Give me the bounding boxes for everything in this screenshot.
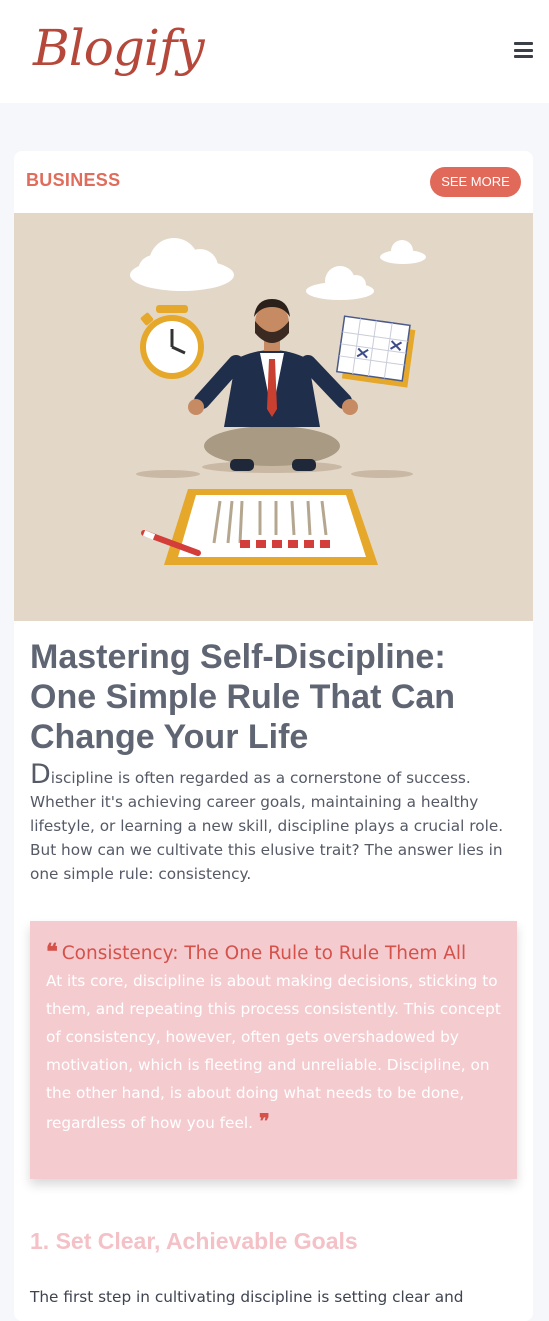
section-text: The first step in cultivating discipline… xyxy=(30,1288,464,1306)
post-category[interactable]: BUSINESS xyxy=(26,170,120,191)
intro-drop-cap: D xyxy=(30,759,51,790)
blockquote: ❝ Consistency: The One Rule to Rule Them… xyxy=(30,921,517,1179)
hamburger-menu-icon[interactable] xyxy=(514,42,533,58)
intro-text: iscipline is often regarded as a corners… xyxy=(30,769,504,883)
post-hero-image xyxy=(14,213,533,621)
site-header: Blogify xyxy=(0,0,549,103)
see-more-button[interactable]: SEE MORE xyxy=(430,167,521,197)
post-title: Mastering Self-Discipline: One Simple Ru… xyxy=(30,638,456,756)
meditating-businessman-illustration xyxy=(130,238,426,565)
post-card: BUSINESS SEE MORE Mastering Self-Discipl… xyxy=(14,151,533,1321)
quote-body-text: At its core, discipline is about making … xyxy=(46,972,501,1132)
site-logo[interactable]: Blogify xyxy=(33,8,205,88)
close-quote-icon: ❞ xyxy=(258,1109,270,1133)
quote-body: At its core, discipline is about making … xyxy=(46,967,508,1137)
quote-title: ❝ Consistency: The One Rule to Rule Them… xyxy=(46,939,466,965)
quote-title-text: Consistency: The One Rule to Rule Them A… xyxy=(61,943,467,964)
open-quote-icon: ❝ xyxy=(46,939,58,965)
section-heading: 1. Set Clear, Achievable Goals xyxy=(30,1228,358,1254)
post-intro: Discipline is often regarded as a corner… xyxy=(30,761,520,886)
